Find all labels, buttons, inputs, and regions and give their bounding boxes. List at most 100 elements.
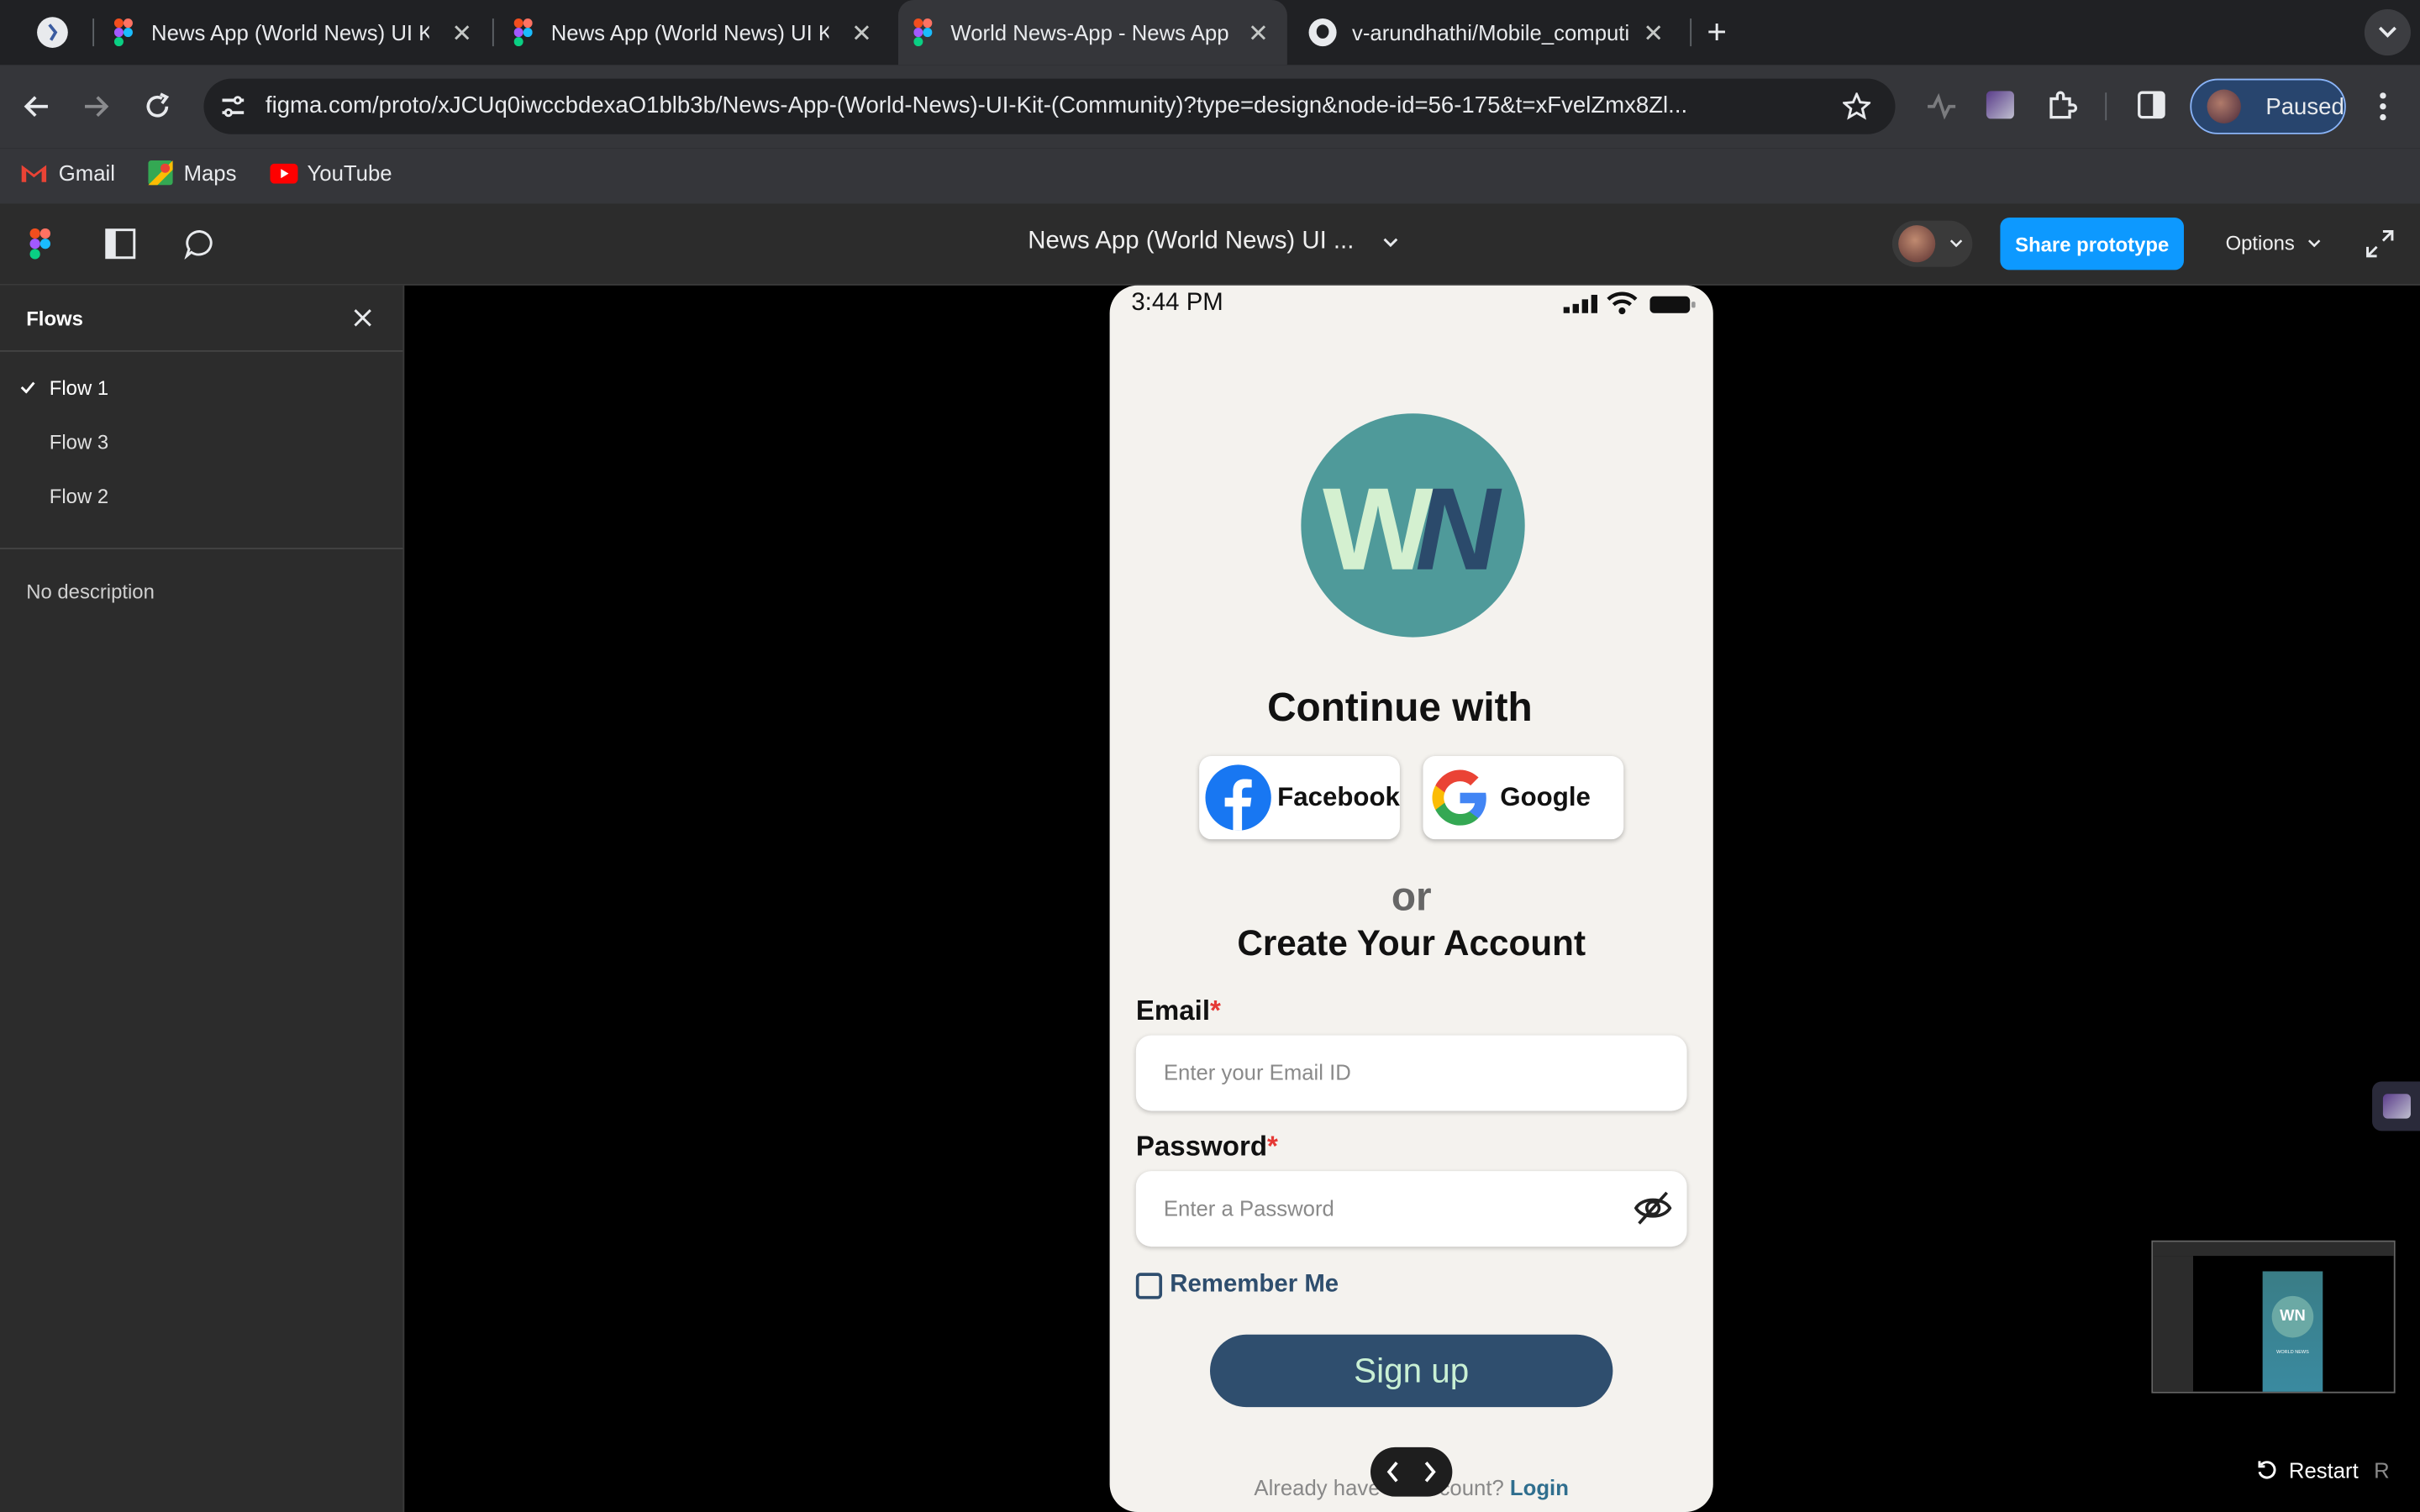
minimap-phone: WN WORLD NEWS — [2262, 1271, 2323, 1392]
phone-frame: 3:44 PM W N Continue with Facebook Googl… — [1109, 285, 1713, 1512]
options-menu[interactable]: Options — [2226, 232, 2322, 255]
remember-me-checkbox[interactable] — [1135, 1272, 1163, 1299]
forward-icon[interactable] — [81, 91, 112, 122]
floating-extension-icon[interactable] — [2372, 1081, 2420, 1131]
bookmark-youtube[interactable]: YouTube — [270, 160, 392, 185]
back-icon[interactable] — [22, 91, 53, 122]
password-field[interactable]: Enter a Password — [1135, 1171, 1687, 1247]
remember-me-label: Remember Me — [1170, 1271, 1339, 1298]
maps-icon — [148, 160, 173, 186]
bookmark-label: Maps — [183, 160, 237, 186]
browser-toolbar: figma.com/proto/xJCUq0iwccbdexaO1blb3b/N… — [0, 65, 2420, 149]
bookmark-gmail[interactable]: Gmail — [20, 160, 115, 185]
restart-icon — [2258, 1461, 2276, 1479]
bookmark-star-icon[interactable] — [1843, 92, 1871, 120]
sidebar-toggle-icon[interactable] — [105, 228, 136, 260]
browser-tab-active[interactable]: World News-App - News App ✕ — [897, 0, 1287, 66]
options-label: Options — [2225, 231, 2295, 255]
bookmark-label: Gmail — [58, 160, 115, 186]
flow-label: Flow 2 — [49, 484, 109, 508]
flow-item[interactable]: Flow 2 — [0, 480, 402, 513]
avatar — [2207, 89, 2241, 123]
required-mark: * — [1267, 1131, 1278, 1163]
facebook-button[interactable]: Facebook — [1199, 756, 1400, 840]
viewer-avatar-button[interactable] — [1891, 220, 1973, 267]
kebab-menu-icon[interactable] — [2374, 91, 2392, 122]
screen-minimap[interactable]: WN WORLD NEWS — [2151, 1240, 2396, 1394]
browser-tab[interactable]: News App (World News) UI Ki ✕ — [113, 0, 491, 65]
tab-search-button[interactable] — [2364, 9, 2411, 56]
close-tab-icon[interactable]: ✕ — [1643, 18, 1664, 50]
close-tab-icon[interactable]: ✕ — [1248, 18, 1269, 50]
sidebar-divider — [0, 548, 403, 549]
side-panel-icon[interactable] — [2138, 91, 2165, 119]
eye-off-icon[interactable] — [1633, 1189, 1673, 1226]
close-tab-icon[interactable]: ✕ — [451, 18, 472, 50]
email-label: Email* — [1136, 995, 1221, 1028]
bookmark-label: YouTube — [307, 160, 392, 186]
email-label-text: Email — [1135, 995, 1211, 1026]
or-separator: or — [1391, 873, 1432, 920]
previous-screen-icon[interactable] — [1386, 1461, 1400, 1483]
figma-icon — [913, 18, 933, 47]
extension-icon[interactable] — [1986, 91, 2014, 119]
continue-with-heading: Continue with — [1267, 683, 1533, 730]
tab-title: News App (World News) UI Ki — [550, 19, 829, 45]
next-screen-icon[interactable] — [1423, 1461, 1437, 1483]
password-label: Password* — [1136, 1131, 1278, 1163]
flow-description: No description — [26, 580, 155, 604]
close-tab-icon[interactable]: ✕ — [851, 18, 872, 50]
restart-button[interactable]: Restart R — [2256, 1458, 2390, 1483]
bookmark-maps[interactable]: Maps — [148, 160, 237, 186]
browser-tab[interactable]: News App (World News) UI Ki ✕ — [513, 0, 891, 65]
flow-label: Flow 3 — [49, 430, 109, 454]
google-button[interactable]: Google — [1423, 756, 1624, 840]
email-field[interactable]: Enter your Email ID — [1135, 1035, 1687, 1111]
flow-item[interactable]: Flow 1 — [0, 372, 402, 406]
figma-logo-icon[interactable] — [29, 228, 51, 260]
flows-sidebar: Flows Flow 1 Flow 3 Flow 2 No descriptio… — [0, 285, 405, 1512]
login-link[interactable]: Login — [1510, 1475, 1569, 1499]
bookmarks-bar: Gmail Maps YouTube — [0, 148, 2420, 206]
browser-app-icon[interactable] — [37, 17, 68, 48]
close-icon[interactable] — [354, 308, 372, 327]
puzzle-extensions-icon[interactable] — [2047, 90, 2078, 121]
new-tab-button[interactable]: + — [1707, 13, 1727, 53]
minimap-logo: WN — [2271, 1295, 2314, 1338]
url-text: figma.com/proto/xJCUq0iwccbdexaO1blb3b/N… — [265, 92, 1688, 119]
profile-button[interactable]: Paused — [2190, 78, 2346, 134]
share-prototype-button[interactable]: Share prototype — [2000, 217, 2184, 270]
chevron-down-icon — [1949, 239, 1963, 248]
world-news-logo: W N — [1301, 413, 1525, 638]
tab-separator — [1690, 18, 1692, 47]
browser-tab[interactable]: v-arundhathi/Mobile_computi ✕ — [1308, 0, 1682, 65]
flow-label: Flow 1 — [49, 376, 109, 400]
prototype-nav-pill — [1370, 1446, 1453, 1497]
chevron-down-icon — [2307, 239, 2321, 247]
signup-button[interactable]: Sign up — [1210, 1334, 1613, 1408]
check-icon — [20, 381, 35, 394]
google-icon — [1432, 769, 1486, 826]
comment-icon[interactable] — [184, 228, 217, 260]
file-title[interactable]: News App (World News) UI ... — [1028, 228, 1354, 256]
gmail-icon — [21, 165, 47, 182]
youtube-icon — [270, 162, 298, 183]
sidebar-title: Flows — [26, 307, 83, 331]
fullscreen-icon[interactable] — [2366, 230, 2394, 258]
performance-icon[interactable] — [1926, 92, 1957, 120]
remember-me[interactable]: Remember Me — [1135, 1271, 1339, 1299]
logo-letter-n: N — [1415, 464, 1501, 596]
reload-icon[interactable] — [142, 91, 173, 122]
logo-letter-w: W — [1323, 464, 1434, 596]
site-settings-icon[interactable] — [219, 94, 247, 118]
browser-tab-strip: News App (World News) UI Ki ✕ News App (… — [0, 0, 2420, 66]
chevron-down-icon[interactable] — [1383, 238, 1398, 249]
figma-icon — [513, 18, 533, 47]
tab-separator — [92, 18, 95, 47]
address-bar[interactable]: figma.com/proto/xJCUq0iwccbdexaO1blb3b/N… — [203, 78, 1896, 134]
required-mark: * — [1210, 995, 1221, 1026]
flow-item[interactable]: Flow 3 — [0, 426, 402, 459]
google-label: Google — [1500, 782, 1591, 812]
minimap-caption: WORLD NEWS — [2276, 1348, 2309, 1355]
password-label-text: Password — [1135, 1131, 1268, 1163]
